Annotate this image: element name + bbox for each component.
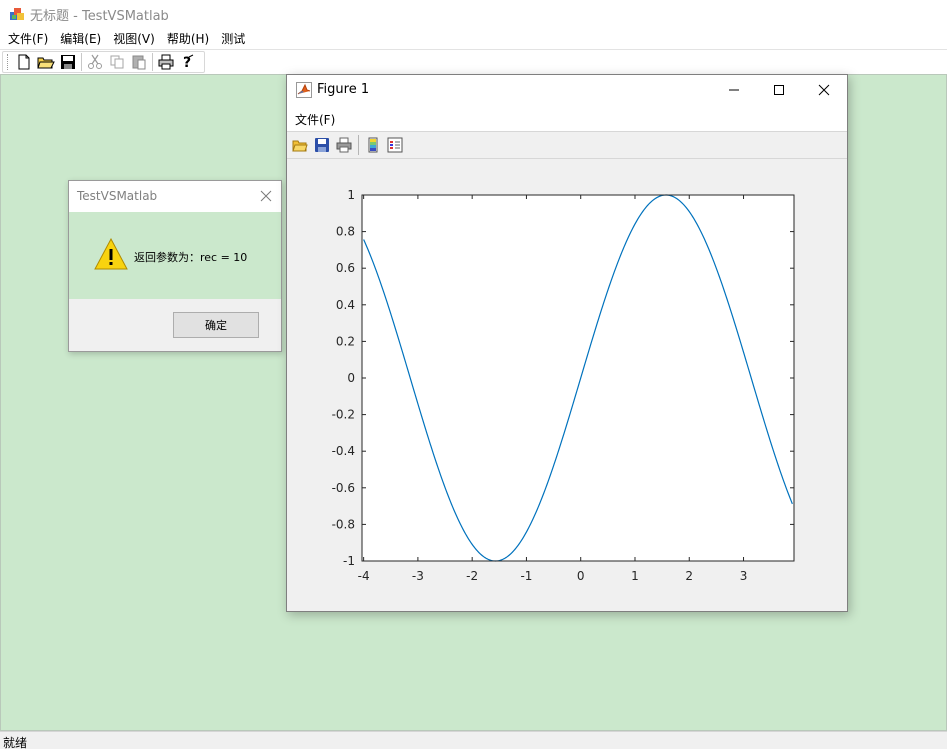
y-tick-label: 0.6 xyxy=(336,261,355,275)
toolbar-grip[interactable] xyxy=(7,54,10,70)
status-text: 就绪 xyxy=(3,736,28,749)
window-title: 无标题 - TestVSMatlab xyxy=(30,8,169,24)
warning-icon xyxy=(94,238,128,270)
x-tick-label: -2 xyxy=(466,569,478,583)
new-file-button[interactable] xyxy=(13,52,35,72)
cut-button[interactable] xyxy=(84,52,106,72)
menu-help[interactable]: 帮助(H) xyxy=(161,29,215,49)
toolbar-group: ? xyxy=(2,51,205,73)
colorbar-button[interactable] xyxy=(362,134,384,156)
x-tick-label: -4 xyxy=(358,569,370,583)
line-chart[interactable]: -4 -3 -2 -1 0 1 2 3 -1 -0.8 -0.6 -0.4 -0.2 0 0.2 0.4 0.6… xyxy=(287,160,847,611)
menu-file[interactable]: 文件(F) xyxy=(2,29,54,49)
cut-icon xyxy=(88,54,102,69)
y-tick-label: -0.4 xyxy=(332,444,355,458)
y-tick-label: -0.6 xyxy=(332,481,355,495)
axes-background xyxy=(362,195,794,561)
close-icon xyxy=(818,84,829,96)
open-folder-icon xyxy=(37,57,55,69)
status-bar: 就绪 xyxy=(0,731,947,749)
help-icon: ? xyxy=(183,54,194,70)
message-box-body: 返回参数为：rec = 10 xyxy=(69,212,281,299)
x-tick-label: -1 xyxy=(520,569,532,583)
y-tick-label: 0.4 xyxy=(336,298,355,312)
svg-text:?: ? xyxy=(183,55,191,70)
figure-save-button[interactable] xyxy=(311,134,333,156)
figure-print-button[interactable] xyxy=(333,134,355,156)
menu-test[interactable]: 测试 xyxy=(215,29,251,49)
figure-menu-file[interactable]: 文件(F) xyxy=(295,111,335,128)
figure-open-button[interactable] xyxy=(289,134,311,156)
x-tick-label: 0 xyxy=(577,569,585,583)
open-icon xyxy=(292,140,308,152)
y-tick-label: 0 xyxy=(347,371,355,385)
message-box: TestVSMatlab 返回参数为：rec = 10 确定 xyxy=(68,180,282,352)
figure-toolbar-separator xyxy=(358,135,359,155)
toolbar-separator xyxy=(152,53,153,71)
print-icon xyxy=(336,137,352,153)
message-text: 返回参数为：rec = 10 xyxy=(134,251,248,264)
maximize-icon xyxy=(773,85,784,95)
x-tick-label: 3 xyxy=(740,569,748,583)
y-tick-label: 0.8 xyxy=(336,225,355,239)
close-button[interactable] xyxy=(801,75,846,105)
legend-button[interactable] xyxy=(384,134,406,156)
colorbar-icon xyxy=(368,137,378,153)
mfc-app-icon xyxy=(10,8,24,20)
save-icon xyxy=(61,55,75,69)
maximize-button[interactable] xyxy=(756,75,801,105)
figure-toolbar xyxy=(287,131,847,159)
y-tick-label: -1 xyxy=(343,554,355,568)
print-icon xyxy=(158,54,174,70)
figure-menubar: 文件(F) xyxy=(287,105,847,131)
x-tick-label: 2 xyxy=(685,569,693,583)
figure-title: Figure 1 xyxy=(317,82,370,97)
menu-edit[interactable]: 编辑(E) xyxy=(54,29,107,49)
message-box-title: TestVSMatlab xyxy=(77,189,158,203)
y-tick-label: -0.8 xyxy=(332,517,355,531)
new-file-icon xyxy=(18,54,30,70)
main-menubar: 文件(F) 编辑(E) 视图(V) 帮助(H) 测试 xyxy=(0,28,947,49)
x-tick-label: 1 xyxy=(631,569,639,583)
message-box-titlebar: TestVSMatlab xyxy=(69,181,281,212)
minimize-button[interactable] xyxy=(711,75,756,105)
open-button[interactable] xyxy=(35,52,57,72)
menu-view[interactable]: 视图(V) xyxy=(107,29,161,49)
plot-area: -4 -3 -2 -1 0 1 2 3 -1 -0.8 -0.6 -0.4 -0.2 0 0.2 0.4 0.6… xyxy=(287,160,847,611)
y-tick-label: -0.2 xyxy=(332,408,355,422)
y-tick-label: 0.2 xyxy=(336,334,355,348)
x-tick-label: -3 xyxy=(412,569,424,583)
close-icon[interactable] xyxy=(259,189,273,203)
matlab-icon xyxy=(296,82,312,98)
save-icon xyxy=(315,138,329,152)
paste-button[interactable] xyxy=(128,52,150,72)
help-button[interactable]: ? xyxy=(177,52,199,72)
figure-window: Figure 1 文件(F) -4 -3 -2 -1 0 1 2 3 -1 -0… xyxy=(286,74,848,612)
minimize-icon xyxy=(728,89,739,91)
main-titlebar: 无标题 - TestVSMatlab xyxy=(0,0,947,28)
copy-icon xyxy=(110,55,124,69)
copy-button[interactable] xyxy=(106,52,128,72)
y-tick-label: 1 xyxy=(347,188,355,202)
save-button[interactable] xyxy=(57,52,79,72)
legend-icon xyxy=(387,137,403,153)
main-toolbar: ? xyxy=(0,49,947,74)
figure-titlebar: Figure 1 xyxy=(287,75,847,105)
print-button[interactable] xyxy=(155,52,177,72)
ok-button[interactable]: 确定 xyxy=(173,312,259,338)
paste-icon xyxy=(132,55,146,70)
toolbar-separator xyxy=(81,53,82,71)
